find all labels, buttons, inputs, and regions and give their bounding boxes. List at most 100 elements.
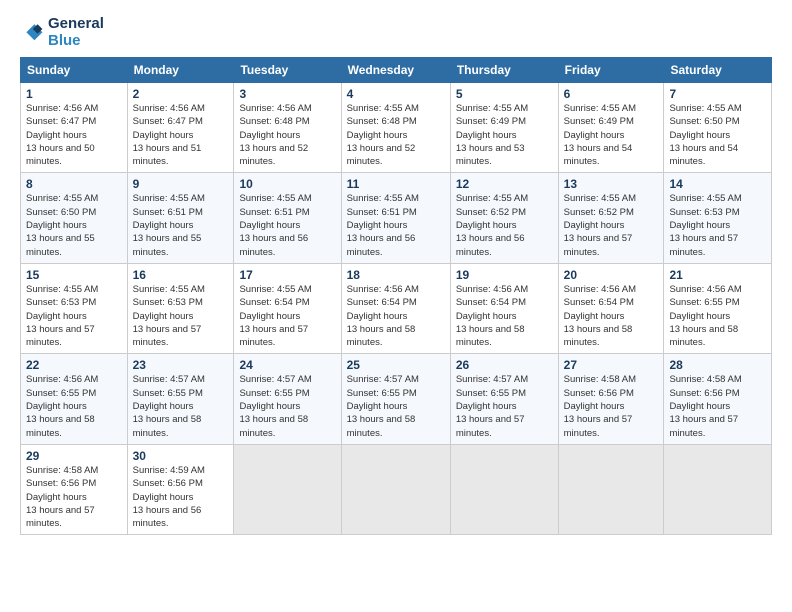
calendar-cell: 18 Sunrise: 4:56 AMSunset: 6:54 PMDaylig… <box>341 263 450 353</box>
calendar-table: SundayMondayTuesdayWednesdayThursdayFrid… <box>20 57 772 535</box>
week-row-2: 8 Sunrise: 4:55 AMSunset: 6:50 PMDayligh… <box>21 173 772 263</box>
day-info: Sunrise: 4:55 AMSunset: 6:54 PMDaylight … <box>239 283 335 349</box>
calendar-cell <box>341 444 450 534</box>
calendar-cell: 1 Sunrise: 4:56 AMSunset: 6:47 PMDayligh… <box>21 83 128 173</box>
calendar-cell: 4 Sunrise: 4:55 AMSunset: 6:48 PMDayligh… <box>341 83 450 173</box>
calendar-cell: 21 Sunrise: 4:56 AMSunset: 6:55 PMDaylig… <box>664 263 772 353</box>
week-row-3: 15 Sunrise: 4:55 AMSunset: 6:53 PMDaylig… <box>21 263 772 353</box>
day-number: 17 <box>239 268 335 282</box>
day-info: Sunrise: 4:58 AMSunset: 6:56 PMDaylight … <box>669 373 766 439</box>
calendar-cell: 15 Sunrise: 4:55 AMSunset: 6:53 PMDaylig… <box>21 263 128 353</box>
day-number: 30 <box>133 449 229 463</box>
calendar-cell: 5 Sunrise: 4:55 AMSunset: 6:49 PMDayligh… <box>450 83 558 173</box>
calendar-cell: 26 Sunrise: 4:57 AMSunset: 6:55 PMDaylig… <box>450 354 558 444</box>
calendar-cell <box>234 444 341 534</box>
day-info: Sunrise: 4:57 AMSunset: 6:55 PMDaylight … <box>456 373 553 439</box>
day-number: 6 <box>564 87 659 101</box>
week-row-1: 1 Sunrise: 4:56 AMSunset: 6:47 PMDayligh… <box>21 83 772 173</box>
day-number: 28 <box>669 358 766 372</box>
day-info: Sunrise: 4:59 AMSunset: 6:56 PMDaylight … <box>133 464 229 530</box>
day-number: 29 <box>26 449 122 463</box>
day-info: Sunrise: 4:58 AMSunset: 6:56 PMDaylight … <box>26 464 122 530</box>
calendar-cell: 20 Sunrise: 4:56 AMSunset: 6:54 PMDaylig… <box>558 263 664 353</box>
weekday-header-friday: Friday <box>558 58 664 83</box>
day-info: Sunrise: 4:55 AMSunset: 6:48 PMDaylight … <box>347 102 445 168</box>
calendar-cell: 24 Sunrise: 4:57 AMSunset: 6:55 PMDaylig… <box>234 354 341 444</box>
day-number: 5 <box>456 87 553 101</box>
calendar-cell: 30 Sunrise: 4:59 AMSunset: 6:56 PMDaylig… <box>127 444 234 534</box>
day-number: 9 <box>133 177 229 191</box>
day-info: Sunrise: 4:55 AMSunset: 6:49 PMDaylight … <box>456 102 553 168</box>
day-number: 2 <box>133 87 229 101</box>
calendar-cell: 19 Sunrise: 4:56 AMSunset: 6:54 PMDaylig… <box>450 263 558 353</box>
day-number: 1 <box>26 87 122 101</box>
day-info: Sunrise: 4:55 AMSunset: 6:53 PMDaylight … <box>26 283 122 349</box>
day-number: 23 <box>133 358 229 372</box>
calendar-cell: 7 Sunrise: 4:55 AMSunset: 6:50 PMDayligh… <box>664 83 772 173</box>
calendar-cell: 28 Sunrise: 4:58 AMSunset: 6:56 PMDaylig… <box>664 354 772 444</box>
day-info: Sunrise: 4:56 AMSunset: 6:48 PMDaylight … <box>239 102 335 168</box>
day-info: Sunrise: 4:55 AMSunset: 6:50 PMDaylight … <box>669 102 766 168</box>
calendar-cell: 13 Sunrise: 4:55 AMSunset: 6:52 PMDaylig… <box>558 173 664 263</box>
calendar-cell: 23 Sunrise: 4:57 AMSunset: 6:55 PMDaylig… <box>127 354 234 444</box>
day-info: Sunrise: 4:55 AMSunset: 6:49 PMDaylight … <box>564 102 659 168</box>
day-info: Sunrise: 4:56 AMSunset: 6:54 PMDaylight … <box>347 283 445 349</box>
weekday-header-wednesday: Wednesday <box>341 58 450 83</box>
day-number: 25 <box>347 358 445 372</box>
day-info: Sunrise: 4:56 AMSunset: 6:54 PMDaylight … <box>456 283 553 349</box>
day-info: Sunrise: 4:57 AMSunset: 6:55 PMDaylight … <box>133 373 229 439</box>
weekday-header-sunday: Sunday <box>21 58 128 83</box>
calendar-cell <box>664 444 772 534</box>
day-number: 18 <box>347 268 445 282</box>
day-number: 20 <box>564 268 659 282</box>
weekday-header-thursday: Thursday <box>450 58 558 83</box>
calendar-cell: 27 Sunrise: 4:58 AMSunset: 6:56 PMDaylig… <box>558 354 664 444</box>
day-number: 8 <box>26 177 122 191</box>
day-number: 21 <box>669 268 766 282</box>
day-number: 26 <box>456 358 553 372</box>
day-info: Sunrise: 4:56 AMSunset: 6:47 PMDaylight … <box>26 102 122 168</box>
weekday-header-tuesday: Tuesday <box>234 58 341 83</box>
day-number: 14 <box>669 177 766 191</box>
calendar-cell: 16 Sunrise: 4:55 AMSunset: 6:53 PMDaylig… <box>127 263 234 353</box>
calendar-cell: 25 Sunrise: 4:57 AMSunset: 6:55 PMDaylig… <box>341 354 450 444</box>
calendar-cell: 14 Sunrise: 4:55 AMSunset: 6:53 PMDaylig… <box>664 173 772 263</box>
day-info: Sunrise: 4:57 AMSunset: 6:55 PMDaylight … <box>347 373 445 439</box>
weekday-header-monday: Monday <box>127 58 234 83</box>
day-info: Sunrise: 4:55 AMSunset: 6:51 PMDaylight … <box>239 192 335 258</box>
day-number: 27 <box>564 358 659 372</box>
calendar-cell: 11 Sunrise: 4:55 AMSunset: 6:51 PMDaylig… <box>341 173 450 263</box>
day-info: Sunrise: 4:55 AMSunset: 6:52 PMDaylight … <box>456 192 553 258</box>
day-number: 15 <box>26 268 122 282</box>
calendar-cell: 17 Sunrise: 4:55 AMSunset: 6:54 PMDaylig… <box>234 263 341 353</box>
day-number: 10 <box>239 177 335 191</box>
day-info: Sunrise: 4:56 AMSunset: 6:47 PMDaylight … <box>133 102 229 168</box>
calendar-cell: 12 Sunrise: 4:55 AMSunset: 6:52 PMDaylig… <box>450 173 558 263</box>
page: General Blue SundayMondayTuesdayWednesda… <box>0 0 792 551</box>
week-row-5: 29 Sunrise: 4:58 AMSunset: 6:56 PMDaylig… <box>21 444 772 534</box>
day-number: 7 <box>669 87 766 101</box>
day-info: Sunrise: 4:55 AMSunset: 6:52 PMDaylight … <box>564 192 659 258</box>
day-number: 16 <box>133 268 229 282</box>
day-number: 3 <box>239 87 335 101</box>
day-number: 12 <box>456 177 553 191</box>
calendar-cell: 22 Sunrise: 4:56 AMSunset: 6:55 PMDaylig… <box>21 354 128 444</box>
day-info: Sunrise: 4:56 AMSunset: 6:55 PMDaylight … <box>26 373 122 439</box>
weekday-header-saturday: Saturday <box>664 58 772 83</box>
day-info: Sunrise: 4:55 AMSunset: 6:53 PMDaylight … <box>133 283 229 349</box>
day-info: Sunrise: 4:56 AMSunset: 6:54 PMDaylight … <box>564 283 659 349</box>
day-number: 19 <box>456 268 553 282</box>
calendar-cell: 9 Sunrise: 4:55 AMSunset: 6:51 PMDayligh… <box>127 173 234 263</box>
day-number: 11 <box>347 177 445 191</box>
day-info: Sunrise: 4:55 AMSunset: 6:50 PMDaylight … <box>26 192 122 258</box>
calendar-cell <box>450 444 558 534</box>
day-info: Sunrise: 4:55 AMSunset: 6:51 PMDaylight … <box>133 192 229 258</box>
day-info: Sunrise: 4:55 AMSunset: 6:53 PMDaylight … <box>669 192 766 258</box>
weekday-header-row: SundayMondayTuesdayWednesdayThursdayFrid… <box>21 58 772 83</box>
day-number: 22 <box>26 358 122 372</box>
calendar-cell: 3 Sunrise: 4:56 AMSunset: 6:48 PMDayligh… <box>234 83 341 173</box>
calendar-cell <box>558 444 664 534</box>
day-info: Sunrise: 4:55 AMSunset: 6:51 PMDaylight … <box>347 192 445 258</box>
calendar-cell: 29 Sunrise: 4:58 AMSunset: 6:56 PMDaylig… <box>21 444 128 534</box>
calendar-cell: 6 Sunrise: 4:55 AMSunset: 6:49 PMDayligh… <box>558 83 664 173</box>
